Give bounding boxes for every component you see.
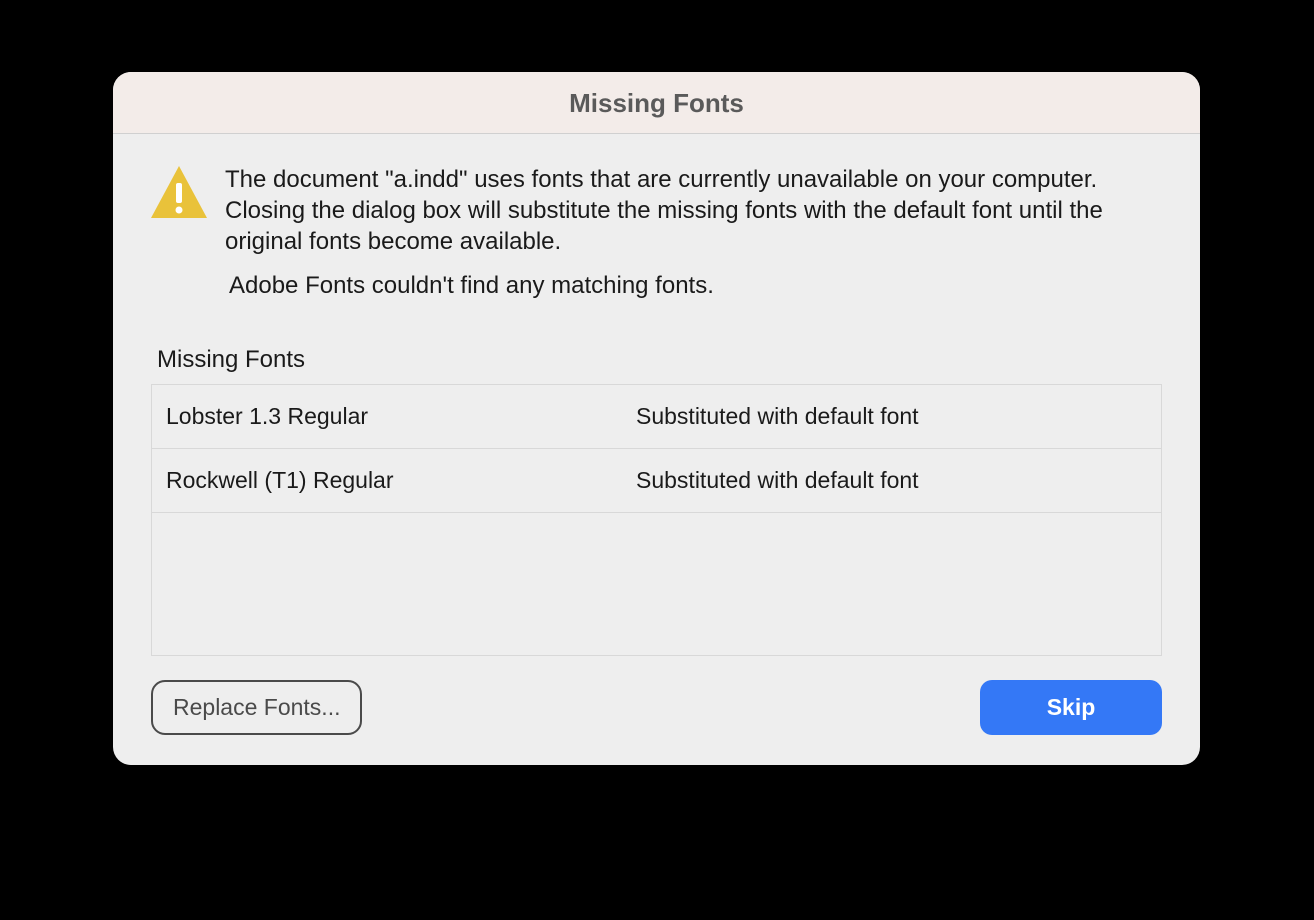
font-name-cell: Lobster 1.3 Regular <box>166 403 636 430</box>
dialog-content: The document "a.indd" uses fonts that ar… <box>113 134 1200 765</box>
dialog-titlebar: Missing Fonts <box>113 72 1200 134</box>
skip-button[interactable]: Skip <box>980 680 1162 735</box>
warning-message-text: The document "a.indd" uses fonts that ar… <box>225 164 1162 258</box>
missing-fonts-dialog: Missing Fonts The document "a.indd" uses… <box>113 72 1200 765</box>
font-name-cell: Rockwell (T1) Regular <box>166 467 636 494</box>
button-row: Replace Fonts... Skip <box>151 680 1162 735</box>
dialog-title: Missing Fonts <box>113 88 1200 119</box>
table-row[interactable]: Rockwell (T1) Regular Substituted with d… <box>152 449 1161 513</box>
missing-fonts-table[interactable]: Lobster 1.3 Regular Substituted with def… <box>151 384 1162 656</box>
replace-fonts-button[interactable]: Replace Fonts... <box>151 680 362 735</box>
adobe-fonts-status-text: Adobe Fonts couldn't find any matching f… <box>229 272 1162 300</box>
warning-row: The document "a.indd" uses fonts that ar… <box>151 164 1162 258</box>
warning-triangle-icon <box>151 166 207 223</box>
font-status-cell: Substituted with default font <box>636 403 1147 430</box>
table-row[interactable]: Lobster 1.3 Regular Substituted with def… <box>152 385 1161 449</box>
missing-fonts-section-label: Missing Fonts <box>157 346 1162 374</box>
font-status-cell: Substituted with default font <box>636 467 1147 494</box>
